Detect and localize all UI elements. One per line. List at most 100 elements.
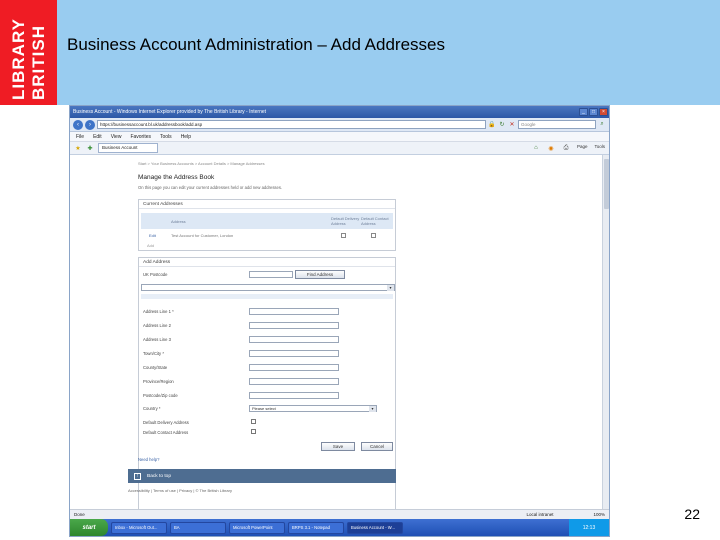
- default-contact-checkbox[interactable]: [371, 232, 376, 238]
- field-label-town-city: Town/City *: [143, 351, 164, 356]
- address-results-select[interactable]: ▾: [141, 284, 395, 291]
- favorites-bar: ★ ✚ Business Account ⌂ ◉ ⎙ Page Tools: [70, 142, 609, 155]
- footer-links[interactable]: Accessibility | Terms of use | Privacy |…: [128, 488, 232, 493]
- home-icon[interactable]: ⌂: [532, 144, 540, 152]
- country-selected-value: Please select: [252, 406, 276, 411]
- field-label-address-line-3: Address Line 3: [143, 337, 171, 342]
- slide-page-number: 22: [684, 506, 700, 522]
- need-help-link[interactable]: Need help?: [138, 457, 159, 462]
- page-description: On this page you can edit your current a…: [138, 185, 283, 190]
- minimize-icon[interactable]: _: [579, 108, 588, 116]
- column-address: Address: [171, 218, 186, 224]
- taskbar-item-ba[interactable]: BA: [170, 521, 226, 534]
- table-row: Edit Test Account for Customer, London: [141, 231, 393, 240]
- menu-file[interactable]: File: [76, 134, 84, 140]
- default-delivery-address-checkbox[interactable]: [251, 419, 256, 424]
- menu-edit[interactable]: Edit: [93, 134, 102, 140]
- add-favorite-icon[interactable]: ✚: [86, 144, 94, 152]
- field-label-postcode-zip: Postcode/Zip code: [143, 393, 178, 398]
- field-label-country: Country *: [143, 406, 161, 411]
- current-addresses-panel: Current Addresses Address Default Delive…: [138, 199, 396, 251]
- default-contact-address-checkbox[interactable]: [251, 429, 256, 434]
- lock-icon[interactable]: 🔒: [488, 121, 496, 129]
- tab-business-account[interactable]: Business Account: [98, 143, 158, 153]
- start-button[interactable]: start: [70, 519, 108, 536]
- menu-help[interactable]: Help: [181, 134, 191, 140]
- close-icon[interactable]: ×: [599, 108, 608, 116]
- security-zone: Local intranet: [526, 512, 554, 517]
- menu-favorites[interactable]: Favorites: [130, 134, 151, 140]
- window-titlebar: Business Account - Windows Internet Expl…: [70, 106, 609, 118]
- scrollbar-thumb[interactable]: [604, 159, 609, 209]
- slide-header: Business Account Administration – Add Ad…: [57, 0, 720, 105]
- page-heading: Manage the Address Book: [138, 174, 215, 181]
- back-to-top-link[interactable]: Back to top: [147, 474, 171, 479]
- separator: [141, 294, 393, 299]
- field-label-county-state: County/State: [143, 365, 168, 370]
- province-region-input[interactable]: [249, 378, 339, 385]
- postcode-label: UK Postcode: [143, 272, 168, 277]
- taskbar-item-powerpoint[interactable]: Microsoft PowerPoint: [229, 521, 285, 534]
- page-menu[interactable]: Page: [577, 144, 588, 152]
- default-contact-label: Default Contact Address: [143, 430, 189, 435]
- logo-text-british: BRITISH: [29, 25, 48, 100]
- british-library-logo: LIBRARY BRITISH: [0, 0, 57, 105]
- refresh-icon[interactable]: ↻: [498, 121, 506, 129]
- status-bar: Done Local intranet 100%: [70, 509, 609, 519]
- stop-icon[interactable]: ✕: [508, 121, 516, 129]
- field-label-province-region: Province/Region: [143, 379, 174, 384]
- taskbar-item-notepad[interactable]: BRPS 3.1 - Notepad: [288, 521, 344, 534]
- back-to-top-band: ↑ Back to top: [128, 469, 396, 483]
- search-icon[interactable]: ⌕: [598, 121, 606, 129]
- zoom-level[interactable]: 100%: [593, 512, 605, 517]
- field-label-address-line-1: Address Line 1 *: [143, 309, 174, 314]
- default-delivery-label: Default Delivery Address: [143, 420, 189, 425]
- slide-title: Business Account Administration – Add Ad…: [67, 35, 446, 54]
- address-line-1-input[interactable]: [249, 308, 339, 315]
- status-text: Done: [74, 512, 85, 517]
- edit-link[interactable]: Edit: [141, 233, 171, 238]
- window-title: Business Account - Windows Internet Expl…: [73, 109, 267, 115]
- breadcrumb[interactable]: Start > Your Business Accounts > Account…: [138, 161, 265, 166]
- postcode-zip-input[interactable]: [249, 392, 339, 399]
- current-addresses-title: Current Addresses: [139, 200, 395, 209]
- clock: 12:13: [569, 519, 609, 536]
- taskbar-item-outlook[interactable]: Inbox - Microsoft Out...: [111, 521, 167, 534]
- find-address-button[interactable]: Find Address: [295, 270, 345, 279]
- add-address-title: Add Address: [139, 258, 395, 267]
- menu-tools[interactable]: Tools: [160, 134, 172, 140]
- arrow-up-icon[interactable]: ↑: [134, 472, 141, 480]
- page-viewport: Start > Your Business Accounts > Account…: [70, 155, 609, 509]
- address-line-2-input[interactable]: [249, 322, 339, 329]
- address-line-3-input[interactable]: [249, 336, 339, 343]
- feed-icon[interactable]: ◉: [547, 144, 555, 152]
- column-default-contact: Default Contact Address: [361, 216, 389, 226]
- back-arrow-icon[interactable]: ‹: [73, 119, 83, 130]
- chevron-down-icon: ▾: [369, 406, 376, 412]
- taskbar-item-business-account[interactable]: Business Account - W...: [347, 521, 403, 534]
- print-icon[interactable]: ⎙: [562, 144, 570, 152]
- browser-window: Business Account - Windows Internet Expl…: [69, 105, 610, 537]
- chevron-down-icon: ▾: [387, 285, 394, 291]
- country-select[interactable]: Please select ▾: [249, 405, 377, 412]
- search-input[interactable]: Google: [518, 120, 596, 129]
- town-city-input[interactable]: [249, 350, 339, 357]
- maximize-icon[interactable]: □: [589, 108, 598, 116]
- url-input[interactable]: https://businessaccount.bl.uk/addressboo…: [97, 120, 486, 129]
- add-address-link[interactable]: Add: [147, 243, 154, 248]
- vertical-scrollbar[interactable]: [602, 155, 609, 509]
- postcode-input[interactable]: [249, 271, 293, 278]
- star-icon[interactable]: ★: [74, 144, 82, 152]
- county-state-input[interactable]: [249, 364, 339, 371]
- logo-text-library: LIBRARY: [9, 18, 28, 100]
- menu-bar: File Edit View Favorites Tools Help: [70, 132, 609, 142]
- save-button[interactable]: Save: [321, 442, 355, 451]
- forward-arrow-icon[interactable]: ›: [85, 119, 95, 130]
- cancel-button[interactable]: Cancel: [361, 442, 393, 451]
- menu-view[interactable]: View: [111, 134, 122, 140]
- default-delivery-checkbox[interactable]: [341, 232, 346, 238]
- taskbar: start Inbox - Microsoft Out... BA Micros…: [70, 519, 609, 536]
- field-label-address-line-2: Address Line 2: [143, 323, 171, 328]
- tools-menu[interactable]: Tools: [594, 144, 605, 152]
- address-grid-header: Address Default Delivery Address Default…: [141, 213, 393, 229]
